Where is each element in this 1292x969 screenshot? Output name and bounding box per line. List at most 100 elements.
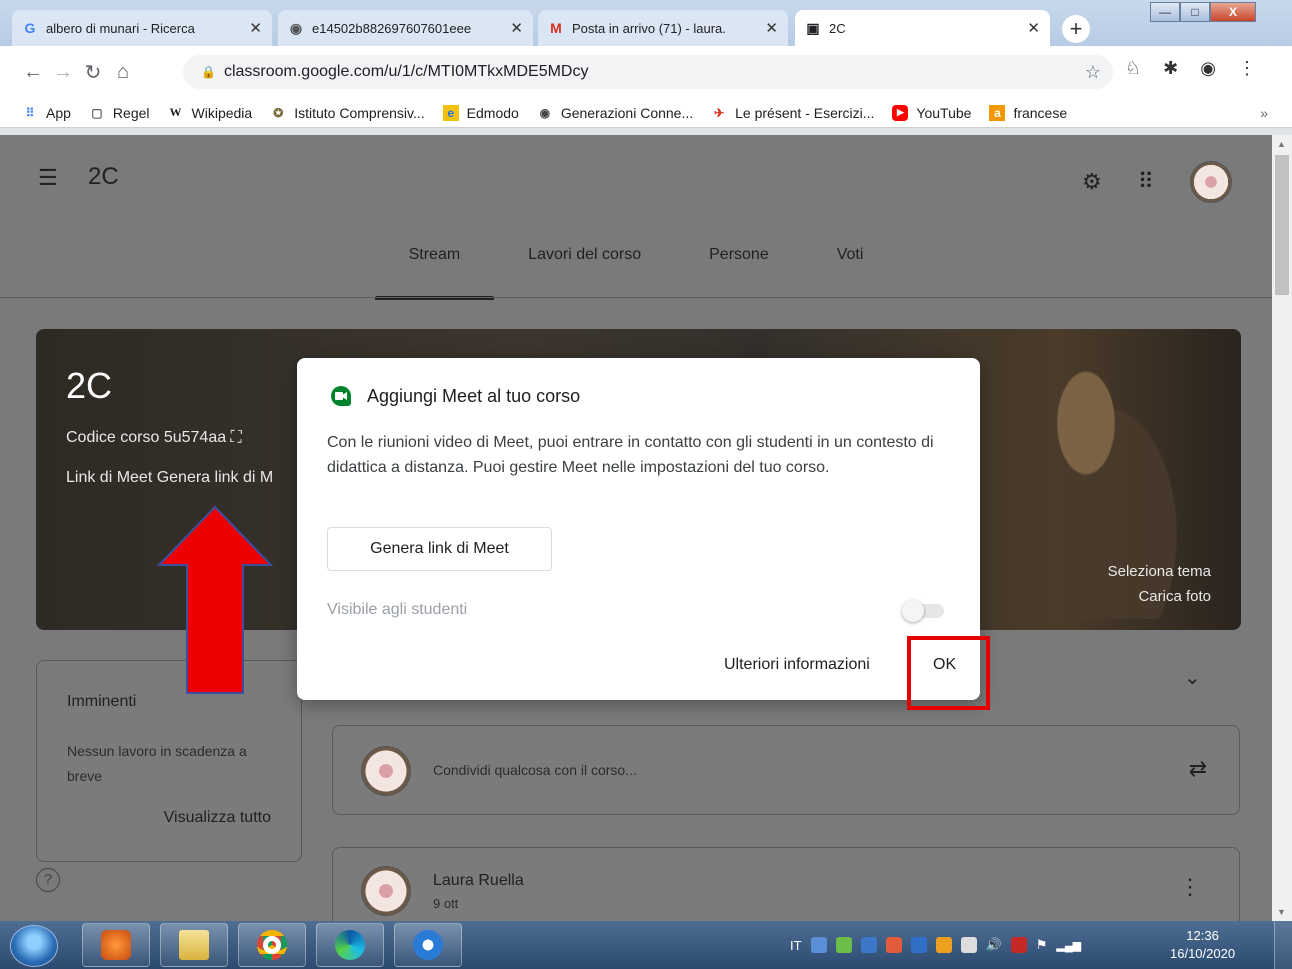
bookmark-item[interactable]: e Edmodo — [442, 104, 519, 121]
ok-highlight-box — [907, 636, 990, 710]
tab-grades[interactable]: Voti — [833, 240, 868, 270]
taskbar-thunderbird[interactable] — [394, 923, 462, 967]
repost-icon[interactable]: ⇄ — [1189, 756, 1207, 782]
apps-grid-icon[interactable]: ⠿ — [1138, 169, 1154, 195]
share-box[interactable]: Condividi qualcosa con il corso... ⇄ — [332, 725, 1240, 815]
window-controls: — □ X — [1150, 2, 1256, 24]
red-arrow-annotation — [156, 505, 274, 694]
browser-title-bar: G albero di munari - Ricerca ✕ ◉ e14502b… — [0, 0, 1292, 46]
minimize-button[interactable]: — — [1150, 2, 1180, 22]
help-icon[interactable]: ? — [36, 868, 60, 892]
taskbar-edge[interactable] — [316, 923, 384, 967]
forward-icon[interactable]: → — [48, 61, 78, 84]
chevron-down-icon[interactable]: ⌄ — [1184, 665, 1201, 690]
maximize-button[interactable]: □ — [1180, 2, 1210, 22]
visible-to-students-toggle[interactable] — [902, 600, 950, 622]
signal-icon[interactable]: ▂▄▆ — [1056, 939, 1081, 952]
bookmark-item[interactable]: ✈ Le présent - Esercizi... — [711, 105, 874, 121]
tray-icon[interactable] — [1010, 937, 1027, 953]
page-icon: ▢ — [91, 105, 103, 120]
meet-icon — [331, 386, 351, 406]
tray-icon[interactable] — [935, 937, 952, 953]
more-info-link[interactable]: Ulteriori informazioni — [724, 656, 870, 674]
bookmark-item[interactable]: a francese — [989, 104, 1067, 121]
bookmark-item[interactable]: ◉ Generazioni Conne... — [537, 105, 694, 121]
view-all-link[interactable]: Visualizza tutto — [164, 809, 271, 827]
settings-gear-icon[interactable]: ⚙ — [1082, 169, 1102, 195]
bookmark-item[interactable]: ⠿ App — [22, 105, 71, 121]
bookmark-item[interactable]: W Wikipedia — [168, 105, 253, 121]
tray-icon[interactable] — [835, 937, 852, 953]
bookmark-item[interactable]: ▢ Regel — [89, 105, 149, 121]
edmodo-icon: e — [442, 104, 459, 121]
new-tab-button[interactable]: + — [1062, 15, 1090, 43]
extension-icon[interactable]: ♘ — [1125, 58, 1141, 79]
gmail-icon: M — [550, 20, 562, 36]
extensions-puzzle-icon[interactable]: ✱ — [1163, 58, 1178, 79]
browser-menu-icon[interactable]: ⋮ — [1238, 58, 1256, 79]
bookmark-star-icon[interactable]: ☆ — [1085, 62, 1101, 83]
divider — [0, 297, 1272, 298]
reload-icon[interactable]: ↻ — [78, 60, 108, 85]
clock[interactable]: 12:36 16/10/2020 — [1170, 927, 1235, 963]
close-window-button[interactable]: X — [1210, 2, 1256, 22]
close-tab-icon[interactable]: ✕ — [1027, 19, 1040, 37]
scrollbar-thumb[interactable] — [1275, 155, 1289, 295]
tab-people[interactable]: Persone — [705, 240, 773, 270]
taskbar-chrome[interactable] — [238, 923, 306, 967]
close-tab-icon[interactable]: ✕ — [510, 19, 523, 37]
lock-icon: 🔒 — [201, 65, 216, 79]
address-bar[interactable]: 🔒 classroom.google.com/u/1/c/MTI0MTkxMDE… — [183, 55, 1113, 89]
upcoming-title: Imminenti — [67, 693, 137, 710]
tab-stream[interactable]: Stream — [374, 240, 494, 300]
amazon-icon: a — [989, 104, 1006, 121]
back-icon[interactable]: ← — [18, 61, 48, 84]
toggle-knob — [902, 600, 924, 622]
tray-icon[interactable] — [910, 937, 927, 953]
select-theme-link[interactable]: Seleziona tema — [1108, 563, 1211, 580]
bookmarks-overflow-icon[interactable]: » — [1260, 105, 1268, 121]
profile-icon[interactable]: ◉ — [1200, 58, 1216, 79]
classroom-icon: ▣ — [806, 19, 820, 36]
class-code[interactable]: Codice corso 5u574aa ⛶ — [66, 429, 242, 447]
meet-link[interactable]: Link di Meet Genera link di M — [66, 469, 273, 487]
taskbar-media-player[interactable] — [82, 923, 150, 967]
bookmarks-bar: ⠿ App ▢ Regel W Wikipedia ✪ Istituto Compren… — [0, 98, 1292, 128]
bookmark-item[interactable]: ▶ YouTube — [892, 104, 971, 121]
show-desktop-button[interactable] — [1274, 921, 1292, 969]
hamburger-menu-icon[interactable]: ☰ — [38, 165, 58, 191]
system-tray: IT 🔊 ⚑ ▂▄▆ — [790, 921, 1081, 969]
network-icon[interactable] — [960, 937, 977, 953]
visible-to-students-label: Visibile agli studenti — [327, 601, 468, 618]
class-title: 2C — [88, 163, 119, 190]
home-icon[interactable]: ⌂ — [108, 61, 138, 84]
tab-classwork[interactable]: Lavori del corso — [524, 240, 645, 270]
account-avatar[interactable] — [1189, 161, 1232, 203]
tray-icon[interactable] — [885, 937, 902, 953]
taskbar-explorer[interactable] — [160, 923, 228, 967]
more-options-icon[interactable]: ⋮ — [1179, 874, 1201, 900]
browser-tab-active[interactable]: ▣ 2C ✕ — [795, 10, 1050, 46]
stream-post[interactable]: Laura Ruella 9 ott ⋮ — [332, 847, 1240, 921]
scroll-down-icon[interactable]: ▼ — [1277, 907, 1286, 917]
tray-icon[interactable] — [810, 937, 827, 953]
flag-icon[interactable]: ⚑ — [1036, 937, 1048, 953]
language-indicator[interactable]: IT — [790, 938, 802, 953]
bookmark-item[interactable]: ✪ Istituto Comprensiv... — [270, 105, 424, 121]
browser-tab[interactable]: ◉ e14502b882697607601eee ✕ — [278, 10, 533, 46]
mail-client-icon — [413, 930, 443, 960]
tray-icon[interactable] — [860, 937, 877, 953]
close-tab-icon[interactable]: ✕ — [249, 19, 262, 37]
upload-photo-link[interactable]: Carica foto — [1138, 588, 1211, 605]
volume-icon[interactable]: 🔊 — [986, 937, 1002, 953]
generate-meet-link-button[interactable]: Genera link di Meet — [327, 527, 552, 571]
start-button[interactable] — [10, 925, 58, 967]
toolbar-extensions: ♘ ✱ ◉ ⋮ — [1125, 58, 1256, 79]
browser-tab[interactable]: M Posta in arrivo (71) - laura. ✕ — [538, 10, 788, 46]
scroll-up-icon[interactable]: ▲ — [1277, 139, 1286, 149]
upcoming-empty-text: Nessun lavoro in scadenza a breve — [67, 743, 247, 784]
page-scrollbar[interactable]: ▲ ▼ — [1272, 135, 1292, 921]
close-tab-icon[interactable]: ✕ — [765, 19, 778, 37]
browser-tab[interactable]: G albero di munari - Ricerca ✕ — [12, 10, 272, 46]
dialog-body: Con le riunioni video di Meet, puoi entr… — [327, 434, 934, 476]
